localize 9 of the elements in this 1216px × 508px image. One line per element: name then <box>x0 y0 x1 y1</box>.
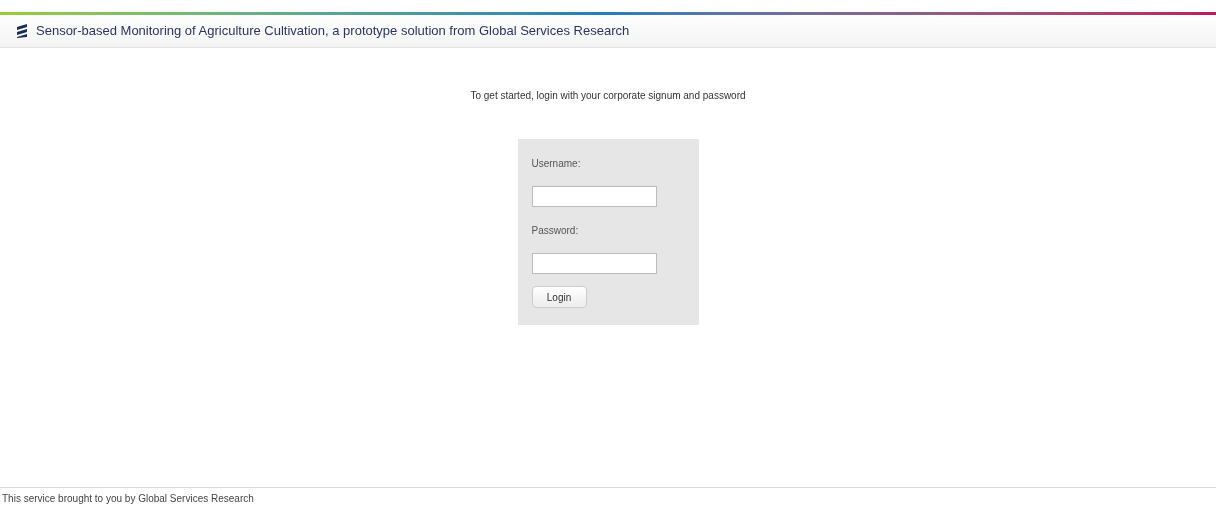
logo-icon <box>16 24 28 38</box>
login-button[interactable]: Login <box>531 286 587 308</box>
field-label: Password: <box>531 224 580 238</box>
field-label: Username: <box>531 157 582 171</box>
footer-text: This service brought to you by Global Services Research <box>1 492 255 506</box>
page-title: Sensor-based Monitoring of Agriculture Cultivation, a prototype solution from Global Services Research <box>36 22 630 41</box>
input-field[interactable] <box>531 186 657 207</box>
input-field[interactable] <box>531 253 657 274</box>
intro-text: To get started, login with your corporate signum and password <box>470 89 746 103</box>
